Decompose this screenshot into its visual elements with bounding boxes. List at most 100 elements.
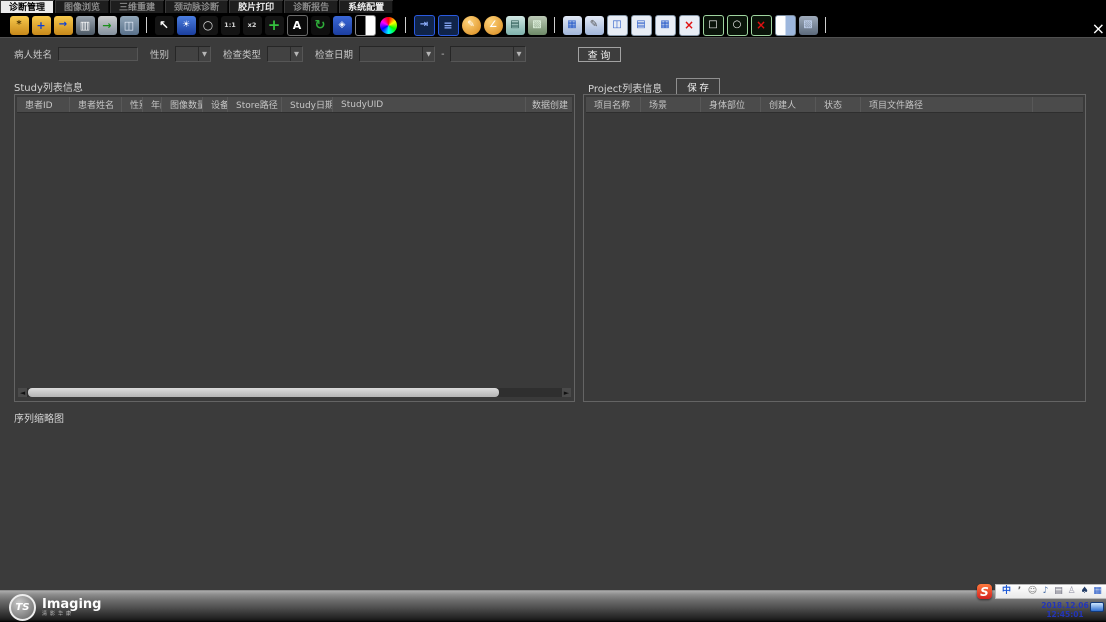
chevron-down-icon: ▼ <box>198 47 210 61</box>
patient-name-label: 病人姓名 <box>14 47 52 61</box>
open-study-folder-icon[interactable]: * <box>10 16 29 35</box>
close-icon[interactable]: × <box>1092 21 1105 37</box>
thumbnail-strip-area[interactable] <box>0 420 1106 590</box>
zoom-actual-size-icon[interactable]: 1:1 <box>221 16 240 35</box>
tab-diagnosis-management[interactable]: 诊断管理 <box>0 0 55 13</box>
patient-name-input[interactable] <box>58 47 138 61</box>
main-tab-bar: 诊断管理 图像浏览 三维重建 颈动脉诊断 胶片打印 诊断报告 系统配置 <box>0 0 1106 13</box>
col-creator[interactable]: 创建人 <box>761 97 816 112</box>
color-palette-icon[interactable] <box>380 17 397 34</box>
logo-text: Imaging <box>42 598 101 611</box>
ellipse-roi-icon[interactable]: ○ <box>727 15 748 36</box>
system-date: 2018.12.06 <box>1041 601 1089 610</box>
layout-grid-icon[interactable]: ▦ <box>563 16 582 35</box>
col-data-created[interactable]: 数据创建 <box>526 97 572 112</box>
col-project-path[interactable]: 项目文件路径 <box>861 97 1033 112</box>
separator[interactable] <box>405 17 406 33</box>
soft-keyboard-icon[interactable]: ▤ <box>1053 586 1064 597</box>
exam-type-label: 检查类型 <box>223 47 261 61</box>
tab-film-print[interactable]: 胶片打印 <box>229 0 284 13</box>
col-scene[interactable]: 场景 <box>641 97 701 112</box>
scroll-left-icon[interactable]: ◄ <box>18 388 27 397</box>
measure-pencil-icon[interactable]: ✎ <box>462 16 481 35</box>
refresh-icon[interactable]: ↻ <box>311 16 330 35</box>
split-horizontal-icon[interactable]: ▤ <box>631 15 652 36</box>
tab-diagnosis-report[interactable]: 诊断报告 <box>284 0 339 13</box>
microphone-icon[interactable]: ♪ <box>1040 586 1051 597</box>
separator[interactable] <box>146 17 147 33</box>
col-device[interactable]: 设备 <box>203 97 228 112</box>
study-table-header: 患者ID 患者姓名 性别 年龄 图像数量 设备 Store路径 Study日期 … <box>17 97 572 113</box>
separator[interactable] <box>554 17 555 33</box>
col-study-uid[interactable]: StudyUID <box>333 97 526 112</box>
scene-export-icon[interactable]: ▧ <box>799 16 818 35</box>
col-status[interactable]: 状态 <box>816 97 861 112</box>
skin-clothes-icon[interactable]: ♠ <box>1079 586 1090 597</box>
export-folder-icon[interactable]: → <box>54 16 73 35</box>
database-archive-icon[interactable]: ◫ <box>120 16 139 35</box>
image-window-icon[interactable]: ☀ <box>177 16 196 35</box>
layout-edit-icon[interactable]: ✎ <box>585 16 604 35</box>
col-store-path[interactable]: Store路径 <box>228 97 282 112</box>
taskbar: TS Imaging 清影华康 2018.12.06 12:45:01 <box>0 590 1106 622</box>
chevron-down-icon: ▼ <box>422 47 434 61</box>
film-view-icon[interactable]: ▥ <box>76 16 95 35</box>
skin-person-icon[interactable]: ♙ <box>1066 586 1077 597</box>
gender-label: 性别 <box>150 47 169 61</box>
system-clock: 2018.12.06 12:45:01 <box>1041 601 1089 619</box>
cursor-select-icon[interactable]: ↖ <box>155 16 174 35</box>
input-method-strip: 中’☺♪▤♙♠▦ <box>995 584 1106 599</box>
col-image-count[interactable]: 图像数量 <box>162 97 203 112</box>
system-time: 12:45:01 <box>1041 610 1089 619</box>
query-button[interactable]: 查 询 <box>578 47 621 62</box>
measure-angle-icon[interactable]: ∠ <box>484 16 503 35</box>
tab-3d-reconstruction[interactable]: 三维重建 <box>110 0 165 13</box>
compare-pane-icon[interactable] <box>775 15 796 36</box>
col-body-part[interactable]: 身体部位 <box>701 97 761 112</box>
zoom-2x-icon[interactable]: x2 <box>243 16 262 35</box>
punctuation-icon[interactable]: ’ <box>1014 586 1025 597</box>
separator[interactable] <box>825 17 826 33</box>
zoom-icon[interactable]: ○ <box>199 16 218 35</box>
col-study-date[interactable]: Study日期 <box>282 97 333 112</box>
import-folder-icon[interactable]: + <box>32 16 51 35</box>
copy-report-icon[interactable]: ▤ <box>506 16 525 35</box>
search-form: 病人姓名 性别 ▼ 检查类型 ▼ 检查日期 ▼ - ▼ 查 询 <box>14 45 621 63</box>
import-image-icon[interactable]: → <box>98 16 117 35</box>
chinese-mode-icon[interactable]: 中 <box>1001 586 1012 597</box>
input-method-bar: S 中’☺♪▤♙♠▦ <box>976 584 1106 599</box>
tab-carotid-diagnosis[interactable]: 颈动脉诊断 <box>165 0 229 13</box>
date-to-select[interactable]: ▼ <box>450 46 526 62</box>
date-from-select[interactable]: ▼ <box>359 46 435 62</box>
toolbox-icon[interactable]: ▦ <box>1092 586 1103 597</box>
tab-image-browse[interactable]: 图像浏览 <box>55 0 110 13</box>
gender-select[interactable]: ▼ <box>175 46 211 62</box>
exam-type-select[interactable]: ▼ <box>267 46 303 62</box>
sogou-input-icon[interactable]: S <box>977 584 992 599</box>
scrollbar-track[interactable] <box>27 388 562 397</box>
grid-2x2-icon[interactable]: ▦ <box>655 15 676 36</box>
link-series-icon[interactable]: ⇥ <box>414 15 435 36</box>
col-extra[interactable] <box>1033 97 1083 112</box>
col-patient-name[interactable]: 患者姓名 <box>70 97 122 112</box>
fit-window-icon[interactable]: ◈ <box>333 16 352 35</box>
tab-system-config[interactable]: 系统配置 <box>339 0 394 13</box>
rect-roi-icon[interactable]: □ <box>703 15 724 36</box>
export-image-icon[interactable]: ▧ <box>528 16 547 35</box>
invert-icon[interactable] <box>355 15 376 36</box>
project-panel-title: Project列表信息 <box>588 80 662 95</box>
col-project-name[interactable]: 项目名称 <box>586 97 641 112</box>
scrollbar-thumb[interactable] <box>28 388 499 397</box>
col-age[interactable]: 年龄 <box>143 97 162 112</box>
annotation-icon[interactable]: A <box>287 15 308 36</box>
col-patient-id[interactable]: 患者ID <box>17 97 70 112</box>
col-gender[interactable]: 性别 <box>122 97 143 112</box>
split-vertical-icon[interactable]: ◫ <box>607 15 628 36</box>
delete-roi-icon[interactable]: × <box>751 15 772 36</box>
pan-icon[interactable]: + <box>265 16 284 35</box>
series-layout-icon[interactable]: ≡ <box>438 15 459 36</box>
emoji-icon[interactable]: ☺ <box>1027 586 1038 597</box>
scroll-right-icon[interactable]: ► <box>562 388 571 397</box>
show-desktop-icon[interactable] <box>1090 602 1104 612</box>
clear-layout-icon[interactable]: × <box>679 15 700 36</box>
